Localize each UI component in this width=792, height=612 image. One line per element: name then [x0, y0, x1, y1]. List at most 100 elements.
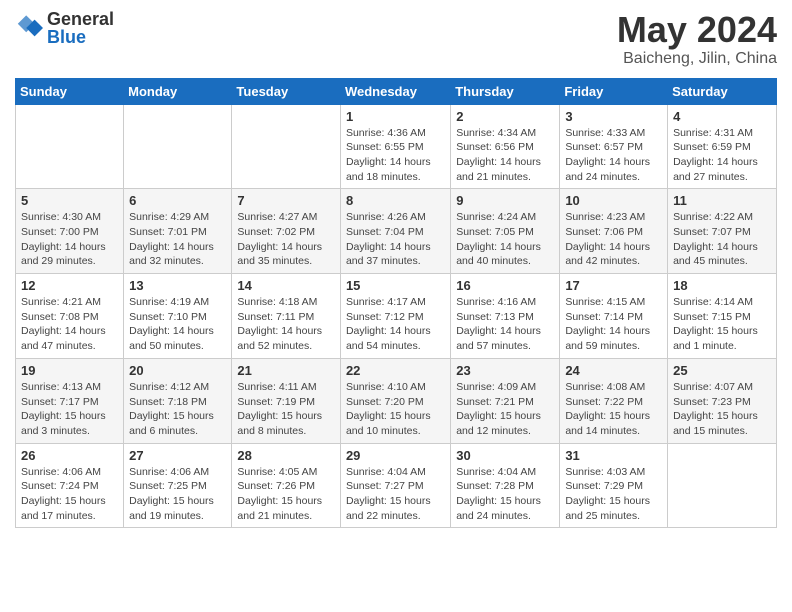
calendar-cell: 14 Sunrise: 4:18 AM Sunset: 7:11 PM Dayli… — [232, 274, 341, 359]
page: General Blue May 2024 Baicheng, Jilin, C… — [0, 0, 792, 543]
calendar-cell: 17 Sunrise: 4:15 AM Sunset: 7:14 PM Dayli… — [560, 274, 668, 359]
calendar-cell: 6 Sunrise: 4:29 AM Sunset: 7:01 PM Daylig… — [124, 189, 232, 274]
title-block: May 2024 Baicheng, Jilin, China — [617, 10, 777, 68]
calendar-cell: 20Sunrise: 4:12 AM Sunset: 7:18 PM Dayli… — [124, 358, 232, 443]
day-number: 6 — [129, 193, 226, 208]
day-number: 22 — [346, 363, 445, 378]
day-number: 5 — [21, 193, 118, 208]
day-number: 13 — [129, 278, 226, 293]
calendar-cell: 13 Sunrise: 4:19 AM Sunset: 7:10 PM Dayli… — [124, 274, 232, 359]
calendar-week-row: 12Sunrise: 4:21 AM Sunset: 7:08 PM Dayli… — [16, 274, 777, 359]
day-number: 30 — [456, 448, 554, 463]
calendar-header-row: Sunday Monday Tuesday Wednesday Thursday… — [16, 78, 777, 104]
calendar-cell: 31 Sunrise: 4:03 AM Sunset: 7:29 PM Dayli… — [560, 443, 668, 528]
calendar-cell: 2Sunrise: 4:34 AM Sunset: 6:56 PM Daylig… — [451, 104, 560, 189]
calendar-cell: 26 Sunrise: 4:06 AM Sunset: 7:24 PM Dayli… — [16, 443, 124, 528]
day-number: 7 — [237, 193, 335, 208]
day-number: 17 — [565, 278, 662, 293]
day-detail: Sunrise: 4:10 AM Sunset: 7:20 PM Dayligh… — [346, 380, 445, 439]
day-detail: Sunrise: 4:27 AM Sunset: 7:02 PM Dayligh… — [237, 210, 335, 269]
day-number: 18 — [673, 278, 771, 293]
day-number: 16 — [456, 278, 554, 293]
day-number: 4 — [673, 109, 771, 124]
day-detail: Sunrise: 4:14 AM Sunset: 7:15 PM Dayligh… — [673, 295, 771, 354]
day-number: 26 — [21, 448, 118, 463]
day-number: 2 — [456, 109, 554, 124]
day-detail: Sunrise: 4:22 AM Sunset: 7:07 PM Dayligh… — [673, 210, 771, 269]
calendar-cell: 16 Sunrise: 4:16 AM Sunset: 7:13 PM Dayli… — [451, 274, 560, 359]
day-detail: Sunrise: 4:18 AM Sunset: 7:11 PM Dayligh… — [237, 295, 335, 354]
day-detail: Sunrise: 4:29 AM Sunset: 7:01 PM Dayligh… — [129, 210, 226, 269]
calendar-cell — [668, 443, 777, 528]
day-number: 31 — [565, 448, 662, 463]
logo-general-text: General — [47, 10, 114, 28]
col-thursday: Thursday — [451, 78, 560, 104]
calendar-cell: 19 Sunrise: 4:13 AM Sunset: 7:17 PM Dayli… — [16, 358, 124, 443]
day-detail: Sunrise: 4:33 AM Sunset: 6:57 PM Dayligh… — [565, 126, 662, 185]
day-detail: Sunrise: 4:08 AM Sunset: 7:22 PM Dayligh… — [565, 380, 662, 439]
calendar-cell: 30 Sunrise: 4:04 AM Sunset: 7:28 PM Dayli… — [451, 443, 560, 528]
logo-icon — [15, 14, 43, 42]
day-detail: Sunrise: 4:15 AM Sunset: 7:14 PM Dayligh… — [565, 295, 662, 354]
calendar-cell: 8 Sunrise: 4:26 AM Sunset: 7:04 PM Daylig… — [340, 189, 450, 274]
day-detail: Sunrise: 4:17 AM Sunset: 7:12 PM Dayligh… — [346, 295, 445, 354]
calendar-cell: 5 Sunrise: 4:30 AM Sunset: 7:00 PM Daylig… — [16, 189, 124, 274]
calendar-location: Baicheng, Jilin, China — [617, 50, 777, 68]
calendar-cell: 18 Sunrise: 4:14 AM Sunset: 7:15 PM Dayli… — [668, 274, 777, 359]
calendar-cell: 27Sunrise: 4:06 AM Sunset: 7:25 PM Dayli… — [124, 443, 232, 528]
calendar-title: May 2024 — [617, 10, 777, 50]
day-detail: Sunrise: 4:04 AM Sunset: 7:28 PM Dayligh… — [456, 465, 554, 524]
calendar-cell: 4 Sunrise: 4:31 AM Sunset: 6:59 PM Daylig… — [668, 104, 777, 189]
calendar-cell — [124, 104, 232, 189]
calendar-cell: 10 Sunrise: 4:23 AM Sunset: 7:06 PM Dayli… — [560, 189, 668, 274]
calendar-cell: 7 Sunrise: 4:27 AM Sunset: 7:02 PM Daylig… — [232, 189, 341, 274]
day-detail: Sunrise: 4:31 AM Sunset: 6:59 PM Dayligh… — [673, 126, 771, 185]
day-detail: Sunrise: 4:03 AM Sunset: 7:29 PM Dayligh… — [565, 465, 662, 524]
day-number: 8 — [346, 193, 445, 208]
day-number: 19 — [21, 363, 118, 378]
day-detail: Sunrise: 4:30 AM Sunset: 7:00 PM Dayligh… — [21, 210, 118, 269]
day-detail: Sunrise: 4:16 AM Sunset: 7:13 PM Dayligh… — [456, 295, 554, 354]
day-number: 10 — [565, 193, 662, 208]
day-number: 29 — [346, 448, 445, 463]
day-number: 12 — [21, 278, 118, 293]
calendar-cell: 28 Sunrise: 4:05 AM Sunset: 7:26 PM Dayli… — [232, 443, 341, 528]
col-sunday: Sunday — [16, 78, 124, 104]
col-friday: Friday — [560, 78, 668, 104]
day-number: 14 — [237, 278, 335, 293]
calendar-cell: 9Sunrise: 4:24 AM Sunset: 7:05 PM Daylig… — [451, 189, 560, 274]
col-monday: Monday — [124, 78, 232, 104]
calendar-week-row: 26 Sunrise: 4:06 AM Sunset: 7:24 PM Dayli… — [16, 443, 777, 528]
day-detail: Sunrise: 4:06 AM Sunset: 7:24 PM Dayligh… — [21, 465, 118, 524]
day-number: 23 — [456, 363, 554, 378]
day-number: 28 — [237, 448, 335, 463]
header: General Blue May 2024 Baicheng, Jilin, C… — [15, 10, 777, 68]
calendar-cell — [16, 104, 124, 189]
day-number: 25 — [673, 363, 771, 378]
day-detail: Sunrise: 4:24 AM Sunset: 7:05 PM Dayligh… — [456, 210, 554, 269]
day-detail: Sunrise: 4:36 AM Sunset: 6:55 PM Dayligh… — [346, 126, 445, 185]
calendar-cell: 3 Sunrise: 4:33 AM Sunset: 6:57 PM Daylig… — [560, 104, 668, 189]
calendar-table: Sunday Monday Tuesday Wednesday Thursday… — [15, 78, 777, 529]
col-wednesday: Wednesday — [340, 78, 450, 104]
day-detail: Sunrise: 4:05 AM Sunset: 7:26 PM Dayligh… — [237, 465, 335, 524]
calendar-week-row: 5 Sunrise: 4:30 AM Sunset: 7:00 PM Daylig… — [16, 189, 777, 274]
day-detail: Sunrise: 4:04 AM Sunset: 7:27 PM Dayligh… — [346, 465, 445, 524]
day-detail: Sunrise: 4:23 AM Sunset: 7:06 PM Dayligh… — [565, 210, 662, 269]
calendar-cell: 1Sunrise: 4:36 AM Sunset: 6:55 PM Daylig… — [340, 104, 450, 189]
calendar-cell: 23 Sunrise: 4:09 AM Sunset: 7:21 PM Dayli… — [451, 358, 560, 443]
day-detail: Sunrise: 4:13 AM Sunset: 7:17 PM Dayligh… — [21, 380, 118, 439]
day-detail: Sunrise: 4:19 AM Sunset: 7:10 PM Dayligh… — [129, 295, 226, 354]
col-saturday: Saturday — [668, 78, 777, 104]
day-detail: Sunrise: 4:09 AM Sunset: 7:21 PM Dayligh… — [456, 380, 554, 439]
day-number: 3 — [565, 109, 662, 124]
day-detail: Sunrise: 4:26 AM Sunset: 7:04 PM Dayligh… — [346, 210, 445, 269]
calendar-week-row: 1Sunrise: 4:36 AM Sunset: 6:55 PM Daylig… — [16, 104, 777, 189]
calendar-cell — [232, 104, 341, 189]
calendar-cell: 12Sunrise: 4:21 AM Sunset: 7:08 PM Dayli… — [16, 274, 124, 359]
calendar-cell: 15Sunrise: 4:17 AM Sunset: 7:12 PM Dayli… — [340, 274, 450, 359]
logo-blue-text: Blue — [47, 28, 114, 46]
day-number: 11 — [673, 193, 771, 208]
day-number: 27 — [129, 448, 226, 463]
calendar-cell: 11 Sunrise: 4:22 AM Sunset: 7:07 PM Dayli… — [668, 189, 777, 274]
